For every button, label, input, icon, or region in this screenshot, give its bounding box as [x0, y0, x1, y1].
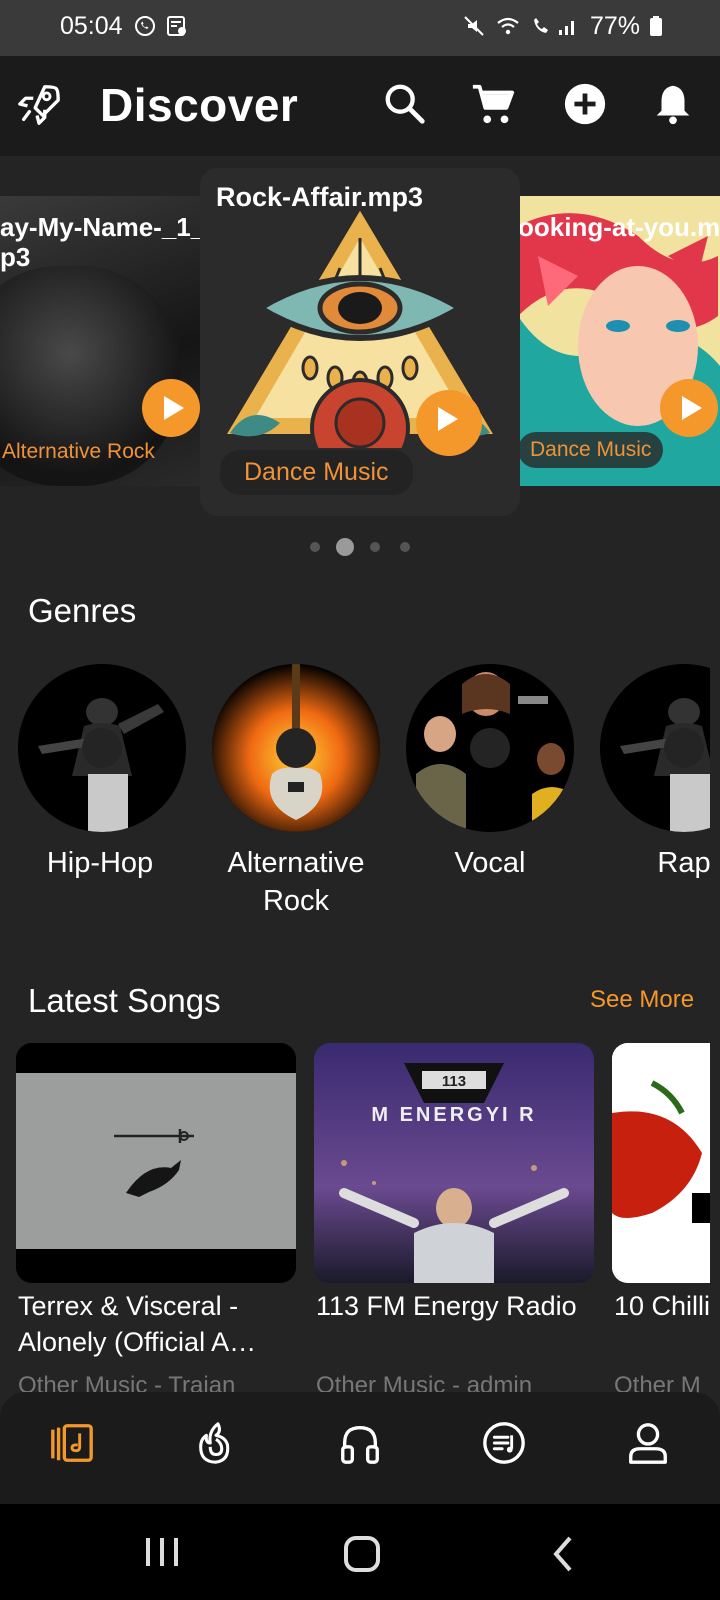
wifi-calling-icon — [534, 18, 548, 33]
svg-text:M ENERGYI R: M ENERGYI R — [371, 1104, 536, 1126]
genre-hole — [664, 728, 704, 768]
genre-vocal[interactable] — [406, 664, 574, 832]
app-header: Discover — [0, 56, 720, 156]
bottom-navigation — [0, 1392, 720, 1504]
genre-alternative-rock[interactable] — [212, 664, 380, 832]
genre-hole — [276, 728, 316, 768]
carousel-dot[interactable] — [400, 542, 410, 552]
carousel-title: Rock-Affair.mp3 — [216, 182, 424, 212]
play-button[interactable] — [660, 379, 718, 437]
status-bar: 05:04 77% — [0, 0, 720, 56]
mute-icon — [464, 16, 484, 36]
song-artwork — [612, 1043, 710, 1283]
genre-label[interactable]: Vocal — [395, 844, 585, 882]
carousel-title: ay-My-Name-_1_. — [0, 212, 200, 242]
search-icon[interactable] — [382, 81, 428, 127]
carousel-dot-active[interactable] — [336, 538, 354, 556]
song-title[interactable]: 113 FM Energy Radio — [316, 1288, 606, 1324]
carousel-genre: Alternative Rock — [2, 440, 155, 463]
system-navigation — [0, 1504, 720, 1600]
play-button[interactable] — [416, 390, 482, 456]
genre-label-clip: Rap — [600, 844, 710, 884]
carousel-dot[interactable] — [370, 542, 380, 552]
see-more-link[interactable]: See More — [590, 986, 694, 1014]
rocket-icon[interactable] — [16, 81, 62, 127]
status-time: 05:04 — [60, 12, 123, 40]
song-card[interactable] — [16, 1043, 296, 1283]
song-artwork — [16, 1043, 296, 1283]
home-icon[interactable] — [342, 1534, 382, 1574]
page-title: Discover — [100, 79, 299, 131]
carousel-genre: Dance Music — [518, 432, 664, 468]
whatsapp-icon — [135, 16, 155, 36]
song-title[interactable]: Terrex & Visceral - Alonely (Official A… — [18, 1288, 308, 1360]
song-card[interactable]: 113 M ENERGYI R — [314, 1043, 594, 1283]
battery-icon — [650, 16, 662, 36]
song-title-clip: 10 Chilli — [612, 1288, 710, 1328]
genre-label[interactable]: Alternative Rock — [201, 844, 391, 920]
genre-label[interactable]: Hip-Hop — [5, 844, 195, 882]
genre-rap-clip — [600, 664, 710, 832]
genres-title: Genres — [28, 592, 137, 629]
back-icon[interactable] — [548, 1534, 578, 1574]
carousel-genre: Dance Music — [220, 450, 413, 495]
genre-hip-hop[interactable] — [18, 664, 186, 832]
genre-hole — [82, 728, 122, 768]
carousel-card-active[interactable]: Rock-Affair.mp3 Dance Music — [200, 168, 520, 516]
svg-text:113: 113 — [442, 1073, 466, 1090]
bell-icon[interactable] — [650, 81, 696, 127]
carousel-title-line2: p3 — [0, 242, 31, 272]
wifi-icon — [497, 17, 519, 35]
genre-label[interactable]: Rap — [600, 844, 710, 882]
library-icon[interactable] — [49, 1420, 95, 1466]
carousel-card[interactable]: ooking-at-you.m Dance Music — [518, 196, 720, 486]
recents-icon[interactable] — [142, 1534, 182, 1570]
play-button[interactable] — [142, 379, 200, 437]
genre-rap[interactable] — [600, 664, 710, 832]
profile-icon[interactable] — [625, 1420, 671, 1466]
note-icon — [167, 16, 186, 36]
cart-icon[interactable] — [470, 81, 516, 127]
latest-songs-title: Latest Songs — [28, 982, 221, 1019]
carousel-card[interactable]: ay-My-Name-_1_. p3 Alternative Rock — [0, 196, 200, 486]
trending-icon[interactable] — [193, 1420, 239, 1466]
add-icon[interactable] — [562, 81, 608, 127]
signal-icon — [559, 21, 574, 35]
battery-percent: 77% — [590, 12, 641, 40]
playlist-icon[interactable] — [481, 1420, 527, 1466]
carousel-title: ooking-at-you.m — [518, 212, 720, 242]
headphones-icon[interactable] — [337, 1420, 383, 1466]
genre-hole — [470, 728, 510, 768]
song-card[interactable] — [612, 1043, 710, 1283]
song-title[interactable]: 10 Chilli — [614, 1288, 710, 1324]
song-artwork: 113 M ENERGYI R — [314, 1043, 594, 1283]
carousel-dot[interactable] — [310, 542, 320, 552]
